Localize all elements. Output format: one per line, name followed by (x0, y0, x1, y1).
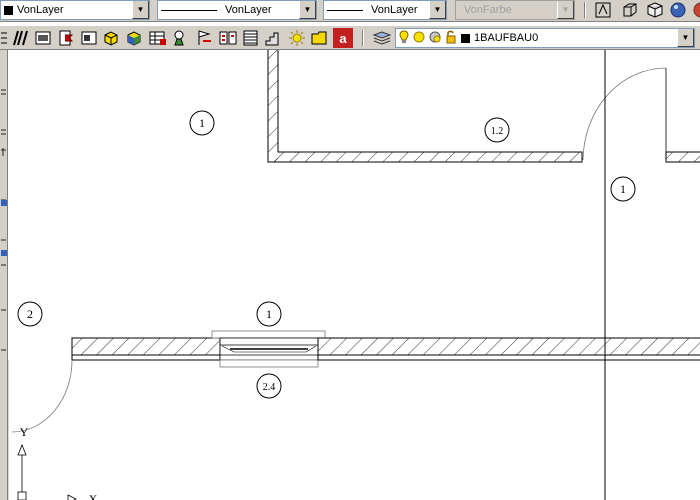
upper-room-wall[interactable] (267, 50, 583, 163)
callout-bubble[interactable]: 2 (17, 301, 43, 327)
callout-label: 2.4 (263, 382, 276, 393)
text-style-icon[interactable] (33, 28, 53, 48)
cube-color-icon[interactable] (124, 28, 144, 48)
layer-color-swatch[interactable] (461, 33, 470, 43)
callout-label: 1.2 (491, 126, 504, 137)
xref-icon[interactable] (101, 28, 121, 48)
linetype-value: VonLayer (225, 4, 272, 16)
ucs-axis-icon: Y X (17, 425, 98, 500)
sheet-folder-icon[interactable] (310, 28, 330, 48)
callout-bubble[interactable]: 1 (256, 301, 282, 327)
door-swing-arc[interactable] (11, 359, 73, 433)
callout-label: 1 (620, 182, 626, 196)
mirror-text-icon[interactable] (593, 0, 613, 20)
plotstyle-control-combo: VonFarbe ▼ (455, 0, 575, 20)
current-layer-name: 1BAUFBAU0 (474, 32, 539, 44)
tools-toolbar: a 1BAUFBAU0 ▼ (0, 25, 700, 50)
door-swing-arc[interactable] (582, 67, 667, 161)
layer-control-combo[interactable]: 1BAUFBAU0 ▼ (395, 28, 695, 48)
callout-bubble[interactable]: 1.2 (484, 117, 510, 143)
flag-insert-icon[interactable] (195, 28, 215, 48)
layers-stack-icon[interactable] (372, 28, 392, 48)
light-bulb-user-icon[interactable] (171, 28, 191, 48)
callout-bubble[interactable]: 1 (610, 176, 636, 202)
block-attribute-icon[interactable] (56, 28, 76, 48)
callout-label: 2 (27, 307, 33, 321)
sphere-shaded-icon[interactable] (688, 0, 700, 20)
sphere-render-icon[interactable] (668, 0, 688, 20)
upper-right-wall[interactable] (665, 68, 700, 163)
autocad-a-icon[interactable]: a (333, 28, 353, 48)
table-insert-icon[interactable] (148, 28, 168, 48)
drawing-canvas[interactable]: 1 1.2 1 2 1 2.4 Y X (8, 50, 700, 500)
linetype-preview (161, 9, 217, 11)
parallel-lines-icon[interactable] (10, 28, 30, 48)
properties-toolbar: VonLayer ▼ VonLayer ▼ VonLayer ▼ VonFarb… (0, 0, 700, 22)
sun-thaw-icon[interactable] (413, 31, 427, 46)
lower-wall-right[interactable] (317, 337, 700, 361)
sun-icon[interactable] (287, 28, 307, 48)
color-value: VonLayer (17, 4, 64, 16)
ucs-x-label: X (89, 492, 98, 500)
plotstyle-value: VonFarbe (464, 4, 512, 16)
linetype-control-combo[interactable]: VonLayer ▼ (157, 0, 317, 20)
ucs-y-label: Y (20, 425, 29, 439)
callout-bubble[interactable]: 2.4 (256, 373, 282, 399)
color-control-combo[interactable]: VonLayer ▼ (0, 0, 150, 20)
grid-dots-icon[interactable] (0, 28, 8, 48)
viewport-freeze-icon[interactable] (429, 31, 443, 46)
toolbar-separator (584, 2, 586, 18)
notebook-icon[interactable] (241, 28, 261, 48)
chevron-down-icon: ▼ (557, 1, 574, 19)
lineweight-value: VonLayer (371, 4, 418, 16)
chevron-down-icon[interactable]: ▼ (429, 1, 446, 19)
chevron-down-icon[interactable]: ▼ (299, 1, 316, 19)
cube-outline-icon[interactable] (645, 0, 665, 20)
color-swatch (4, 5, 13, 15)
image-insert-icon[interactable] (79, 28, 99, 48)
stairs-icon[interactable] (264, 28, 284, 48)
chevron-down-icon[interactable]: ▼ (132, 1, 149, 19)
lineweight-preview (327, 9, 363, 11)
callout-bubble[interactable]: 1 (189, 110, 215, 136)
docked-toolbar-strip (0, 50, 8, 500)
box-3d-icon[interactable] (620, 0, 640, 20)
lower-wall-left[interactable] (71, 337, 221, 361)
callout-label: 1 (266, 307, 272, 321)
window-element[interactable] (211, 330, 326, 368)
toolbar-separator (362, 30, 364, 46)
padlock-unlocked-icon[interactable] (445, 30, 459, 47)
callout-label: 1 (199, 116, 205, 130)
lightbulb-on-icon[interactable] (399, 29, 411, 47)
schedule-icon[interactable] (218, 28, 238, 48)
chevron-down-icon[interactable]: ▼ (677, 29, 694, 47)
lineweight-control-combo[interactable]: VonLayer ▼ (323, 0, 447, 20)
